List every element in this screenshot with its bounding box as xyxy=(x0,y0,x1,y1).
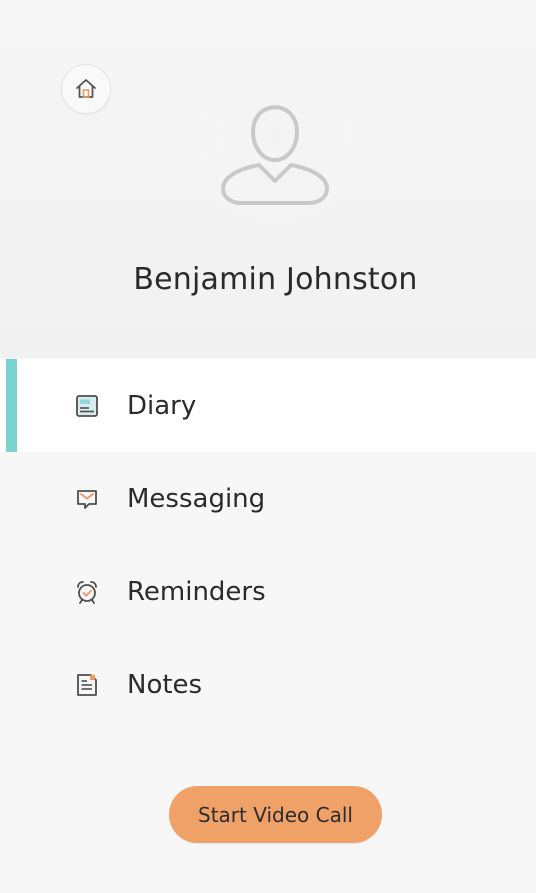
nav-item-label: Messaging xyxy=(127,483,266,514)
start-video-call-button[interactable]: Start Video Call xyxy=(169,786,382,843)
nav-item-label: Reminders xyxy=(127,576,266,607)
avatar xyxy=(193,62,357,226)
nav-item-label: Diary xyxy=(127,390,197,421)
messaging-icon xyxy=(72,484,102,514)
profile-name: Benjamin Johnston xyxy=(133,262,418,297)
nav-item-diary[interactable]: Diary xyxy=(0,359,536,452)
diary-icon xyxy=(72,391,102,421)
main-navigation: Diary Messaging Reminders Notes xyxy=(0,359,536,731)
nav-item-messaging[interactable]: Messaging xyxy=(0,452,536,545)
nav-item-reminders[interactable]: Reminders xyxy=(0,545,536,638)
nav-item-notes[interactable]: Notes xyxy=(0,638,536,731)
home-icon xyxy=(76,79,96,98)
nav-item-label: Notes xyxy=(127,669,203,700)
notes-icon xyxy=(72,670,102,700)
user-avatar-icon xyxy=(221,105,329,205)
alarm-clock-icon xyxy=(72,577,102,607)
profile-header: Benjamin Johnston xyxy=(0,0,536,358)
home-button[interactable] xyxy=(61,64,111,114)
